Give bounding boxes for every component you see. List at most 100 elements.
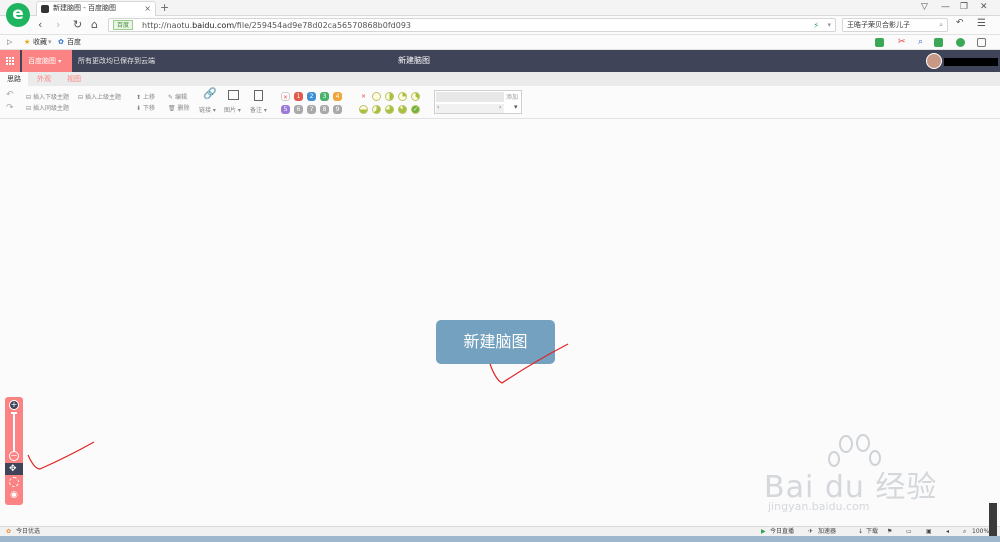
favorites-link[interactable]: 收藏 <box>33 35 47 49</box>
progress-5-icon[interactable] <box>372 105 381 114</box>
document-title[interactable]: 新建脑图 <box>0 50 828 72</box>
extension-grid-icon[interactable] <box>977 38 986 47</box>
camera-center-icon[interactable] <box>9 477 19 487</box>
resource-input[interactable] <box>436 92 504 102</box>
shirt-icon[interactable]: ▽ <box>921 2 928 12</box>
zoom-slider-track[interactable] <box>13 414 15 452</box>
forward-icon[interactable]: › <box>56 18 60 31</box>
speaker-icon[interactable]: ◂ <box>946 527 949 536</box>
side-widget[interactable] <box>989 503 997 536</box>
scroll-left-icon[interactable]: ‹ <box>437 104 439 111</box>
url-field[interactable]: 百度 http://naotu.baidu.com/file/259454ad9… <box>108 18 836 32</box>
back-icon[interactable]: ‹ <box>38 18 42 31</box>
download-link[interactable]: 下载 <box>866 527 878 536</box>
daily-pick-link[interactable]: 今日优选 <box>16 527 40 536</box>
extension-shield-icon[interactable] <box>956 38 965 47</box>
insert-parent-button[interactable]: ⊟ 插入上级主题 <box>78 93 121 102</box>
resource-list[interactable] <box>436 104 504 113</box>
favorites-dropdown-icon[interactable]: ▾ <box>48 35 52 49</box>
tab-close-icon[interactable]: × <box>144 2 151 15</box>
undo-icon[interactable]: ↶ <box>956 18 964 28</box>
url-site-badge: 百度 <box>113 20 134 30</box>
progress-6-icon[interactable] <box>385 105 394 114</box>
tab-view[interactable]: 视图 <box>60 72 88 86</box>
extension-green-icon[interactable] <box>875 38 884 47</box>
extension-search-icon[interactable]: ⌕ <box>918 38 927 47</box>
live-icon: ▶ <box>761 528 766 535</box>
move-down-button[interactable]: ⬇ 下移 <box>136 104 155 113</box>
tab-ideas[interactable]: 思路 <box>0 72 28 86</box>
priority-6-icon[interactable]: 6 <box>294 105 303 114</box>
scroll-right-icon[interactable]: › <box>499 104 501 111</box>
flag-icon[interactable]: ⚑ <box>887 527 892 536</box>
priority-1-icon[interactable]: 1 <box>294 92 303 101</box>
link-icon: 🔗 <box>203 87 217 100</box>
home-icon[interactable]: ⌂ <box>91 18 98 31</box>
move-up-button[interactable]: ⬆ 上移 <box>136 93 155 102</box>
window-icon[interactable]: ▭ <box>906 527 912 536</box>
reload-icon[interactable]: ↻ <box>73 18 82 31</box>
screenshot-icon[interactable]: ▣ <box>926 527 932 536</box>
insert-child-button[interactable]: ⊟ 插入下级主题 <box>26 93 69 102</box>
accelerator-link[interactable]: 加速器 <box>818 527 836 536</box>
progress-done-icon[interactable]: ✓ <box>411 105 420 114</box>
image-button[interactable]: 图片 ▾ <box>224 106 241 115</box>
redo-icon[interactable]: ↷ <box>6 104 14 113</box>
os-taskbar <box>0 536 1000 542</box>
progress-2-icon[interactable] <box>398 92 407 101</box>
hand-tool-button[interactable]: ✥ <box>5 463 23 475</box>
close-window-icon[interactable]: ✕ <box>980 2 988 12</box>
progress-7-icon[interactable] <box>398 105 407 114</box>
link-button[interactable]: 链接 ▾ <box>199 106 216 115</box>
zoom-in-icon[interactable]: + <box>9 400 19 410</box>
progress-1-icon[interactable] <box>385 92 394 101</box>
undo-icon[interactable]: ↶ <box>6 91 14 100</box>
progress-3-icon[interactable] <box>411 92 420 101</box>
eye-icon[interactable]: ◉ <box>9 490 19 500</box>
priority-2-icon[interactable]: 2 <box>307 92 316 101</box>
baidu-link[interactable]: 百度 <box>67 35 81 49</box>
resource-selector[interactable]: ‹ › 添加 ▾ <box>434 90 522 114</box>
star-icon: ★ <box>24 38 31 46</box>
search-icon[interactable]: ⌕ <box>939 19 943 31</box>
extension-game-icon[interactable] <box>934 38 943 47</box>
extension-red-icon[interactable]: ✂ <box>898 38 907 47</box>
browser-logo-icon[interactable]: e <box>6 3 30 27</box>
progress-clear-icon[interactable]: × <box>359 92 368 101</box>
dropdown-icon[interactable]: ▾ <box>827 19 831 32</box>
progress-0-icon[interactable] <box>372 92 381 101</box>
browser-tab[interactable]: 新建脑图 - 百度脑图 × <box>36 1 156 16</box>
zoom-level[interactable]: 100% <box>972 527 989 536</box>
priority-clear-icon[interactable]: × <box>281 92 290 101</box>
username-redacted[interactable] <box>944 58 998 66</box>
note-button[interactable]: 备注 ▾ <box>250 106 267 115</box>
edit-button[interactable]: ✎ 编辑 <box>168 93 187 102</box>
zoom-slider-thumb[interactable] <box>11 412 17 414</box>
avatar[interactable] <box>926 53 942 69</box>
live-link[interactable]: 今日直播 <box>770 527 794 536</box>
priority-3-icon[interactable]: 3 <box>320 92 329 101</box>
priority-7-icon[interactable]: 7 <box>307 105 316 114</box>
insert-sibling-button[interactable]: ⊟ 插入同级主题 <box>26 104 69 113</box>
tab-favicon-icon <box>41 5 49 13</box>
delete-button[interactable]: 🗑 删除 <box>168 104 190 113</box>
progress-4-icon[interactable] <box>359 105 368 114</box>
priority-8-icon[interactable]: 8 <box>320 105 329 114</box>
new-tab-button[interactable]: + <box>160 0 169 15</box>
mindmap-canvas[interactable]: 新建脑图 + − ✥ ◉ Bai du 经验 jingyan.baidu.com <box>0 119 1000 526</box>
tab-appearance[interactable]: 外观 <box>30 72 58 86</box>
sidebar-toggle-icon[interactable]: ▷ <box>7 35 12 49</box>
resource-dropdown-icon[interactable]: ▾ <box>514 103 518 111</box>
minimize-icon[interactable]: — <box>941 2 950 12</box>
lightning-icon[interactable]: ⚡ <box>813 19 819 32</box>
restore-icon[interactable]: ❐ <box>960 2 968 12</box>
priority-9-icon[interactable]: 9 <box>333 105 342 114</box>
priority-4-icon[interactable]: 4 <box>333 92 342 101</box>
search-field[interactable]: 王晧子荣贝合影儿子 ⌕ <box>842 18 948 32</box>
add-resource-button[interactable]: 添加 <box>506 92 518 101</box>
watermark: Bai du 经验 jingyan.baidu.com <box>760 432 940 516</box>
priority-5-icon[interactable]: 5 <box>281 105 290 114</box>
zoom-magnifier-icon: ⌕ <box>963 528 967 535</box>
zoom-out-icon[interactable]: − <box>9 451 19 461</box>
menu-icon[interactable]: ☰ <box>977 18 986 29</box>
